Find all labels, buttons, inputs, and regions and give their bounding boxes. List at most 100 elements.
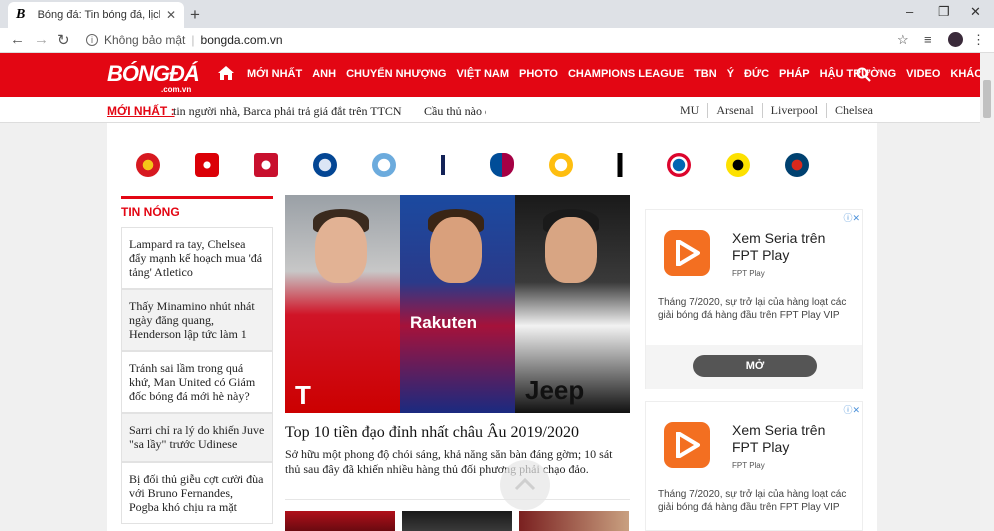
- dortmund-crest-icon[interactable]: [726, 153, 750, 177]
- ad-choices-icon[interactable]: ⓘ✕: [843, 211, 860, 224]
- back-icon[interactable]: ←: [10, 31, 25, 48]
- security-label: Không bảo mật: [104, 33, 186, 47]
- site-nav-bar: BÓNGĐÁ .com.vn MỚI NHẤT ANH CHUYỂN NHƯỢN…: [0, 53, 982, 97]
- nav-item-video[interactable]: VIDEO: [906, 68, 940, 80]
- url-input[interactable]: i Không bảo mật | bongda.com.vn: [78, 30, 918, 50]
- nav-item-viet-nam[interactable]: VIỆT NAM: [456, 68, 509, 80]
- minimize-button[interactable]: –: [906, 4, 913, 19]
- related-thumbnail[interactable]: [285, 511, 395, 531]
- nav-item-khac[interactable]: KHÁC: [950, 68, 982, 80]
- related-thumbnail[interactable]: [519, 511, 629, 531]
- player-photo-ronaldo: Jeep: [515, 195, 630, 413]
- shirt-sponsor: Jeep: [525, 375, 585, 405]
- breaking-headline-1[interactable]: tin người nhà, Barca phải trả giá đắt tr…: [173, 104, 402, 119]
- ad-banner[interactable]: ⓘ✕ Xem Seria trên FPT Play FPT Play Thán…: [645, 401, 863, 531]
- nav-item-y[interactable]: Ý: [727, 68, 734, 80]
- main-story-image[interactable]: T Rakuten Jeep: [285, 195, 630, 413]
- barcelona-crest-icon[interactable]: [490, 153, 514, 177]
- scroll-to-top-button[interactable]: [500, 460, 550, 510]
- nav-item-tbn[interactable]: TBN: [694, 68, 717, 80]
- main-story-title[interactable]: Top 10 tiền đạo đỉnh nhất châu Âu 2019/2…: [285, 424, 630, 442]
- ad-footer: MỞ: [646, 345, 862, 389]
- url-separator: |: [191, 33, 195, 47]
- ad-description: Tháng 7/2020, sự trở lại của hàng loạt c…: [658, 297, 847, 321]
- ad-heading: Xem Seria trên FPT Play: [732, 230, 826, 263]
- hot-news-list: Lampard ra tay, Chelsea đẩy mạnh kế hoạc…: [121, 227, 273, 524]
- hot-news-heading: TIN NÓNG: [121, 196, 273, 219]
- nav-item-chuyen-nhuong[interactable]: CHUYỂN NHƯỢNG: [346, 68, 446, 80]
- media-control-icon[interactable]: ≡: [924, 32, 932, 47]
- hot-news-item[interactable]: Bị đối thủ giễu cợt cười đùa với Bruno F…: [121, 462, 273, 524]
- psg-crest-icon[interactable]: [785, 153, 809, 177]
- nav-item-moi-nhat[interactable]: MỚI NHẤT: [247, 68, 302, 80]
- hot-news-item[interactable]: Tránh sai lầm trong quá khứ, Man United …: [121, 351, 273, 413]
- logo-text: BÓNGĐÁ: [107, 61, 200, 86]
- menu-dots-icon[interactable]: ⋮: [972, 32, 985, 48]
- search-icon[interactable]: [856, 67, 871, 82]
- nav-item-photo[interactable]: PHOTO: [519, 68, 558, 80]
- scrollbar[interactable]: [980, 53, 994, 531]
- site-favicon-icon: B: [16, 7, 26, 22]
- ad-advertiser: FPT Play: [732, 461, 765, 470]
- maximize-button[interactable]: ❐: [938, 4, 950, 20]
- related-thumbnails: [285, 511, 629, 531]
- man-united-crest-icon[interactable]: [136, 153, 160, 177]
- fpt-play-logo-icon: [664, 422, 710, 468]
- club-link-liverpool[interactable]: Liverpool: [763, 103, 827, 118]
- close-tab-icon[interactable]: ✕: [166, 8, 176, 22]
- player-face: [315, 217, 367, 283]
- related-thumbnail[interactable]: [402, 511, 512, 531]
- club-link-mu[interactable]: MU: [672, 103, 709, 118]
- real-madrid-crest-icon[interactable]: [549, 153, 573, 177]
- tottenham-crest-icon[interactable]: [431, 153, 455, 177]
- forward-icon[interactable]: →: [34, 31, 49, 48]
- club-link-arsenal[interactable]: Arsenal: [708, 103, 763, 118]
- breaking-news-bar: MỚI NHẤT : tin người nhà, Barca phải trả…: [0, 97, 980, 123]
- hot-news-item[interactable]: Thấy Minamino nhút nhát ngày đăng quang,…: [121, 289, 273, 351]
- club-link-chelsea[interactable]: Chelsea: [827, 103, 881, 118]
- player-photo-lewandowski: T: [285, 195, 400, 413]
- info-icon[interactable]: i: [86, 34, 98, 46]
- nav-menu: MỚI NHẤT ANH CHUYỂN NHƯỢNG VIỆT NAM PHOT…: [247, 68, 982, 80]
- ad-banner[interactable]: ⓘ✕ Xem Seria trên FPT Play FPT Play Thán…: [645, 209, 863, 389]
- nav-item-champions-league[interactable]: CHAMPIONS LEAGUE: [568, 68, 684, 80]
- team-crest-row: [136, 153, 809, 177]
- site-logo[interactable]: BÓNGĐÁ .com.vn: [107, 61, 200, 94]
- address-bar: ← → ↻ i Không bảo mật | bongda.com.vn ☆ …: [0, 28, 994, 53]
- ad-open-button[interactable]: MỞ: [693, 355, 817, 377]
- browser-tab[interactable]: B Bóng đá: Tin bóng đá, lịch thi đấu ✕: [8, 2, 184, 28]
- logo-subtext: .com.vn: [161, 85, 192, 94]
- ad-advertiser: FPT Play: [732, 269, 765, 278]
- chevron-up-icon: [514, 477, 536, 491]
- liverpool-crest-icon[interactable]: [254, 153, 278, 177]
- reload-icon[interactable]: ↻: [57, 31, 70, 49]
- arsenal-crest-icon[interactable]: [195, 153, 219, 177]
- new-tab-button[interactable]: +: [190, 5, 200, 25]
- ad-description: Tháng 7/2020, sự trở lại của hàng loạt c…: [658, 489, 847, 513]
- bayern-crest-icon[interactable]: [667, 153, 691, 177]
- hot-news-item[interactable]: Sarri chỉ ra lý do khiến Juve "sa lầy" t…: [121, 413, 273, 462]
- profile-avatar[interactable]: [948, 32, 963, 47]
- home-icon[interactable]: [218, 66, 234, 80]
- fpt-play-logo-icon: [664, 230, 710, 276]
- ad-heading: Xem Seria trên FPT Play: [732, 422, 826, 455]
- breaking-headline-2[interactable]: Cầu thủ nào được: [424, 104, 486, 119]
- divider: [285, 499, 630, 500]
- nav-item-duc[interactable]: ĐỨC: [744, 68, 769, 80]
- juventus-crest-icon[interactable]: [608, 153, 632, 177]
- main-story-description: Sở hữu một phong độ chói sáng, khả năng …: [285, 447, 613, 476]
- nav-item-anh[interactable]: ANH: [312, 68, 336, 80]
- bookmark-star-icon[interactable]: ☆: [897, 32, 909, 48]
- hot-news-item[interactable]: Lampard ra tay, Chelsea đẩy mạnh kế hoạc…: [121, 227, 273, 289]
- tab-title: Bóng đá: Tin bóng đá, lịch thi đấu: [37, 9, 160, 21]
- club-quick-links: MU Arsenal Liverpool Chelsea: [672, 103, 881, 118]
- browser-tab-bar: B Bóng đá: Tin bóng đá, lịch thi đấu ✕ +…: [0, 0, 994, 28]
- scrollbar-thumb[interactable]: [983, 80, 991, 118]
- nav-item-phap[interactable]: PHÁP: [779, 68, 810, 80]
- close-window-button[interactable]: ✕: [970, 4, 981, 20]
- man-city-crest-icon[interactable]: [372, 153, 396, 177]
- ad-choices-icon[interactable]: ⓘ✕: [843, 403, 860, 416]
- url-text: bongda.com.vn: [200, 33, 283, 47]
- chelsea-crest-icon[interactable]: [313, 153, 337, 177]
- breaking-label[interactable]: MỚI NHẤT :: [107, 104, 175, 118]
